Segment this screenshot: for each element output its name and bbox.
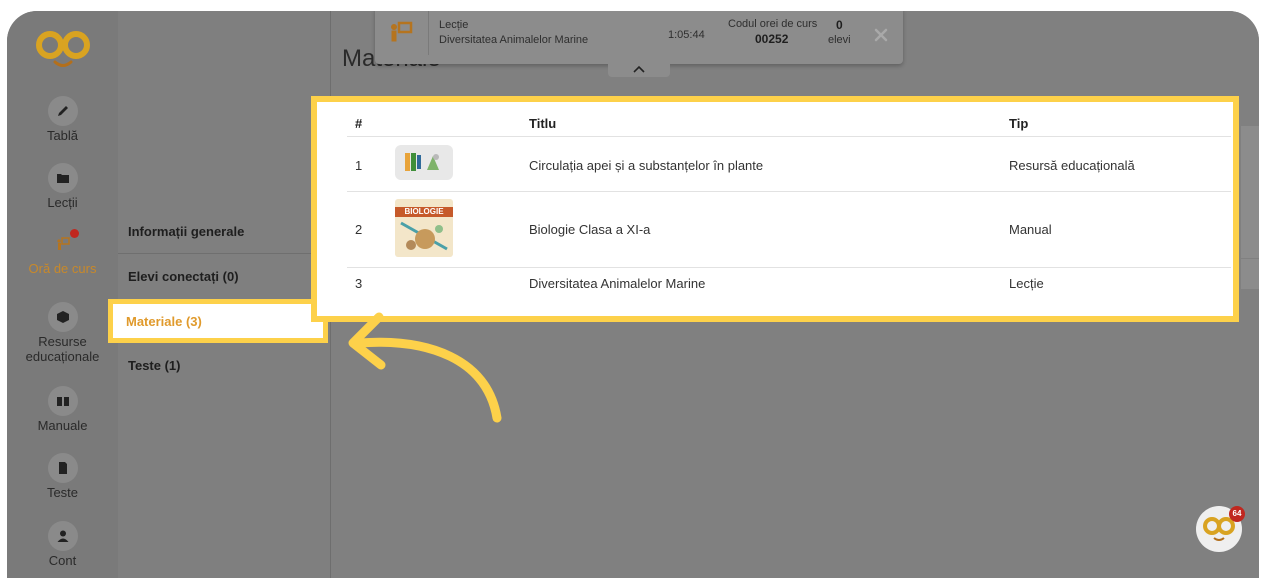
rail-label: Oră de curs (28, 261, 97, 276)
row-title[interactable]: Biologie Clasa a XI-a (529, 222, 650, 237)
textbook-cover: BIOLOGIE (395, 199, 453, 257)
pencil-icon (47, 96, 78, 126)
app-window: Tablă Lecții Oră de curs Resurse educați… (7, 11, 1259, 578)
row-title[interactable]: Circulația apei și a substanțelor în pla… (529, 158, 763, 173)
table-row[interactable]: 1 Circulația apei și a substanțelor în p… (347, 136, 1231, 192)
table-row[interactable]: 3 Diversitatea Animalelor Marine Lecție (347, 267, 1231, 300)
rail-label: Teste (46, 485, 79, 500)
column-header-number: # (355, 116, 363, 131)
rail-item-resurse[interactable]: Resurse educaționale (7, 302, 118, 364)
row-number: 2 (355, 222, 363, 237)
subnav-item-label: Materiale (3) (126, 314, 202, 329)
rail-item-cont[interactable]: Cont (7, 521, 118, 568)
folder-icon (47, 163, 78, 193)
row-number: 3 (355, 276, 363, 291)
main-sidebar: Tablă Lecții Oră de curs Resurse educați… (7, 11, 118, 578)
row-type: Lecție (1009, 276, 1044, 291)
cube-icon (47, 302, 78, 332)
file-icon (47, 453, 78, 483)
code-label: Codul orei de curs (728, 18, 818, 30)
teacher-icon (47, 229, 79, 259)
chevron-up-icon (633, 65, 645, 73)
rail-label: Resurse (38, 334, 87, 349)
rail-item-teste[interactable]: Teste (7, 453, 118, 500)
cover-title: BIOLOGIE (395, 207, 453, 217)
rail-item-ora-de-curs[interactable]: Oră de curs (7, 229, 118, 276)
collapse-session-tab[interactable] (608, 59, 670, 77)
rail-label: Manuale (37, 418, 88, 433)
rail-item-tabla[interactable]: Tablă (7, 96, 118, 143)
rail-label-2: educaționale (25, 349, 100, 364)
subnav-item-teste[interactable]: Teste (1) (128, 358, 181, 373)
rail-item-manuale[interactable]: Manuale (7, 386, 118, 433)
rail-label: Lecții (47, 195, 78, 210)
students-label: elevi (828, 34, 851, 46)
materials-table-panel: # Titlu Tip 1 Circulația apei și a subst… (311, 96, 1239, 322)
column-header-type: Tip (1009, 116, 1029, 131)
user-icon (47, 521, 78, 551)
teacher-icon (391, 21, 413, 42)
table-row-overflow (1241, 182, 1259, 258)
divider (118, 253, 330, 254)
row-number: 1 (355, 158, 363, 173)
divider (428, 11, 429, 55)
column-header-title: Titlu (529, 116, 557, 131)
table-row[interactable]: 2 BIOLOGIE Biologie Clasa a XI-a Manual (347, 191, 1231, 268)
subnav-item-elevi[interactable]: Elevi conectați (0) (128, 269, 239, 284)
rail-label: Tablă (46, 128, 79, 143)
active-session-bar[interactable]: Lecție Diversitatea Animalelor Marine 1:… (375, 11, 903, 77)
subnav-item-materiale[interactable]: Materiale (3) (108, 299, 328, 343)
students-count: 0 (836, 18, 843, 32)
session-name: Diversitatea Animalelor Marine (439, 34, 589, 46)
row-type: Manual (1009, 222, 1052, 237)
rail-item-lectii[interactable]: Lecții (7, 163, 118, 210)
annotation-arrow (348, 312, 502, 423)
notification-badge: 64 (1229, 506, 1245, 522)
close-icon[interactable] (874, 28, 888, 42)
subnav-item-informatii[interactable]: Informații generale (128, 224, 244, 239)
table-row-overflow (1241, 259, 1259, 289)
resource-thumbnail (395, 145, 453, 180)
session-type: Lecție (439, 19, 469, 31)
table-row-overflow (1241, 126, 1259, 182)
lesson-subnav: Informații generale Elevi conectați (0) … (108, 11, 331, 578)
row-title[interactable]: Diversitatea Animalelor Marine (529, 276, 705, 291)
cover-illustration (400, 221, 448, 251)
row-type: Resursă educațională (1009, 158, 1135, 173)
session-code: 00252 (755, 32, 789, 46)
rail-label: Cont (48, 553, 77, 568)
notification-dot (69, 229, 79, 238)
book-icon (47, 386, 78, 416)
logo (36, 31, 90, 67)
plant-illustration-icon (405, 153, 439, 171)
session-timer: 1:05:44 (668, 29, 705, 41)
